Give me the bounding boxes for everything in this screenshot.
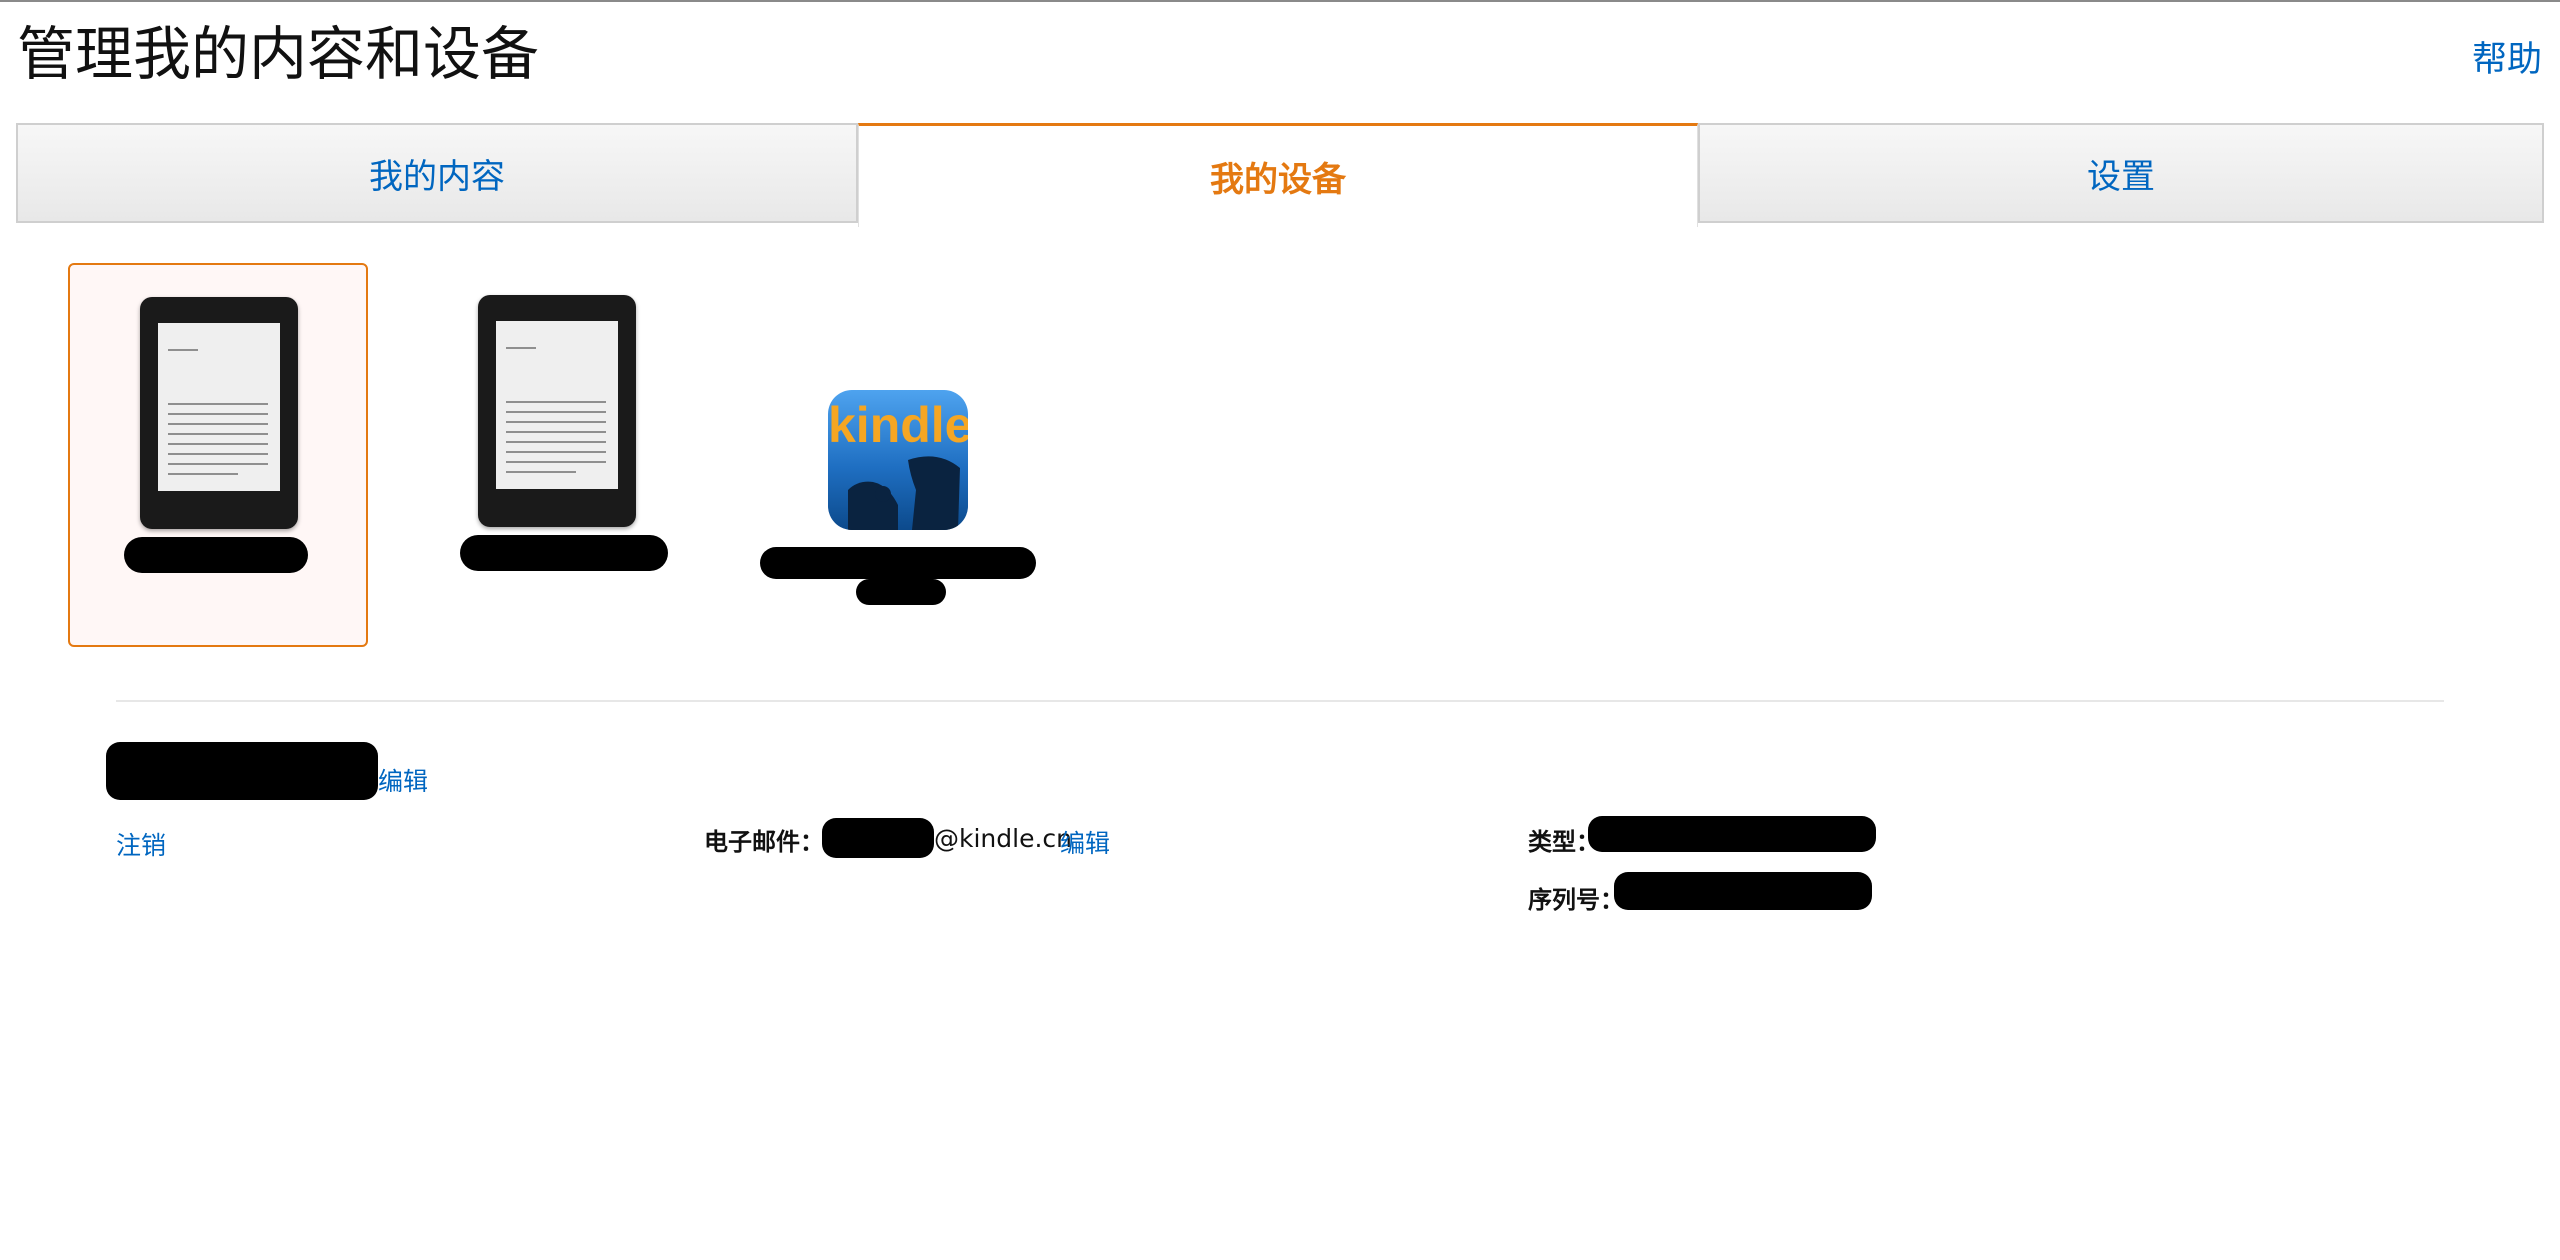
- tab-my-content[interactable]: 我的内容: [16, 123, 858, 223]
- edit-name-link[interactable]: 编辑: [378, 762, 428, 798]
- device-name-redacted: [460, 535, 668, 571]
- device-card-3[interactable]: kindle: [738, 263, 1058, 647]
- device-card-1[interactable]: [68, 263, 368, 647]
- serial-value-redacted: [1614, 872, 1872, 910]
- device-name-redacted: [124, 537, 308, 573]
- kindle-app-icon: kindle: [828, 390, 968, 530]
- tab-settings[interactable]: 设置: [1698, 123, 2544, 223]
- email-user-redacted: [822, 818, 934, 858]
- kindle-device-image: [140, 297, 298, 529]
- help-link[interactable]: 帮助: [2472, 38, 2542, 82]
- device-card-2[interactable]: [410, 263, 710, 647]
- type-value-redacted: [1588, 816, 1876, 852]
- device-subname-redacted: [856, 579, 946, 605]
- device-name-redacted: [760, 547, 1036, 579]
- edit-email-link[interactable]: 编辑: [1060, 824, 1110, 860]
- selected-device-name-redacted: [106, 742, 378, 800]
- email-label: 电子邮件：: [704, 828, 824, 856]
- tab-my-devices[interactable]: 我的设备: [858, 123, 1698, 227]
- deregister-link[interactable]: 注销: [116, 826, 166, 862]
- section-divider: [116, 700, 2444, 702]
- page-title: 管理我的内容和设备: [17, 20, 540, 88]
- window-top-border: [0, 0, 2560, 2]
- serial-label: 序列号：: [1528, 886, 1624, 914]
- tab-bar: 我的内容 设置 我的设备: [16, 123, 2544, 227]
- kindle-device-image: [478, 295, 636, 527]
- email-domain: @kindle.cn: [934, 824, 1073, 853]
